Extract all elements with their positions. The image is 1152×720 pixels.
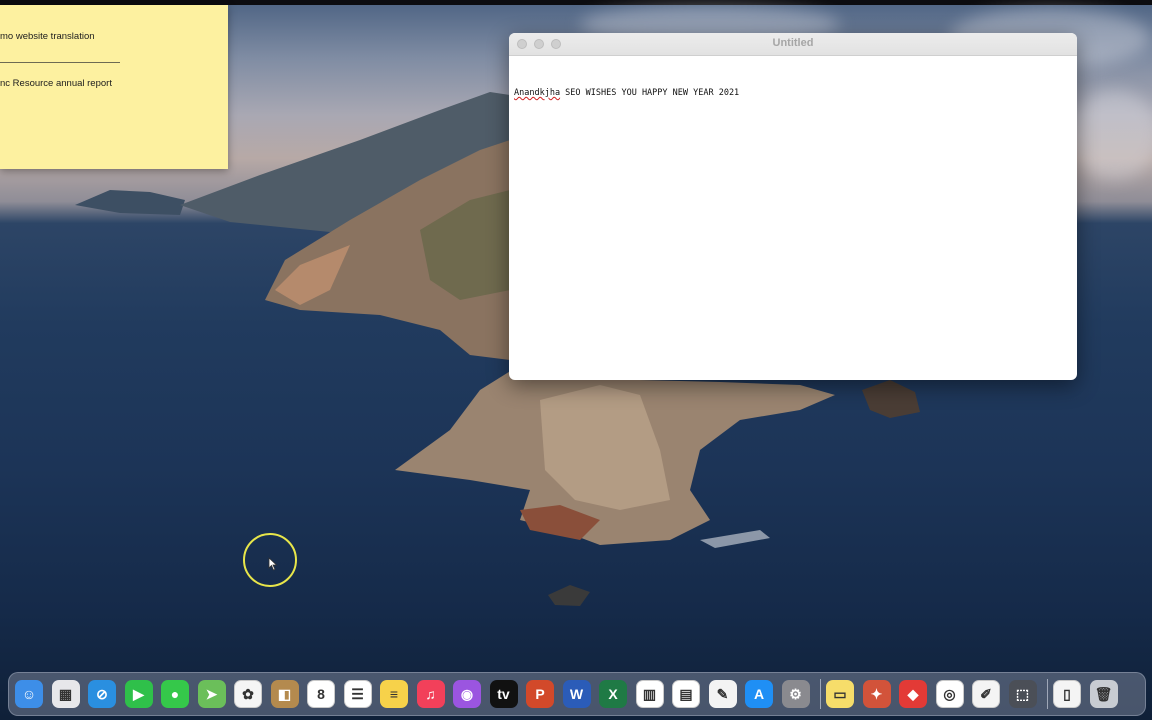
safari-icon[interactable]: ⊘ <box>88 680 116 708</box>
sticky-note-divider <box>0 62 120 63</box>
reminders-icon[interactable]: ☰ <box>343 680 372 708</box>
contacts-icon[interactable]: ◧ <box>270 680 299 708</box>
facetime-icon[interactable]: ▶ <box>124 680 153 708</box>
launchpad-icon[interactable]: ▦ <box>51 680 80 708</box>
trash-icon[interactable]: 🗑 <box>1089 680 1118 708</box>
powerpoint-icon[interactable]: P <box>526 680 554 708</box>
textedit-window[interactable]: Untitled Anandkjha SEO WISHES YOU HAPPY … <box>509 33 1077 380</box>
music-icon[interactable]: ♫ <box>416 680 445 708</box>
podcasts-icon[interactable]: ◉ <box>453 680 481 708</box>
maps-icon[interactable]: ➤ <box>197 680 226 708</box>
document-icon[interactable]: ▯ <box>1053 680 1081 708</box>
stickies-icon[interactable]: ▭ <box>826 680 854 708</box>
chrome-icon[interactable]: ◎ <box>935 680 964 708</box>
sticky-note-line: nc Resource annual report <box>0 78 112 89</box>
word-icon[interactable]: W <box>562 680 591 708</box>
sticky-note-line: mo website translation <box>0 31 95 42</box>
mouse-pointer-icon <box>268 557 278 571</box>
calendar-icon[interactable]: 8 <box>307 680 335 708</box>
misspelled-word[interactable]: Anandkjha <box>514 88 560 98</box>
messages-icon[interactable]: ● <box>161 680 189 708</box>
dock-separator <box>1047 679 1048 709</box>
notes-icon[interactable]: ≡ <box>380 680 408 708</box>
anydesk-icon[interactable]: ◆ <box>899 680 927 708</box>
numbers-icon[interactable]: ▥ <box>635 680 664 708</box>
app-store-icon[interactable]: A <box>745 680 773 708</box>
document-text: SEO WISHES YOU HAPPY NEW YEAR 2021 <box>560 88 740 98</box>
pages-icon[interactable]: ✎ <box>708 680 737 708</box>
desktop: mo website translation nc Resource annua… <box>0 0 1152 720</box>
document-text-area[interactable]: Anandkjha SEO WISHES YOU HAPPY NEW YEAR … <box>514 88 739 98</box>
dock-separator <box>820 679 821 709</box>
finder-icon[interactable]: ☺ <box>15 680 43 708</box>
keynote-icon[interactable]: ▤ <box>672 680 700 708</box>
screenshot-icon[interactable]: ⬚ <box>1008 680 1037 708</box>
sticky-note[interactable]: mo website translation nc Resource annua… <box>0 5 228 169</box>
window-title: Untitled <box>772 37 814 49</box>
photo-booth-icon[interactable]: ✦ <box>862 680 891 708</box>
textedit-icon[interactable]: ✐ <box>972 680 1000 708</box>
apple-tv-icon[interactable]: tv <box>489 680 518 708</box>
system-preferences-icon[interactable]: ⚙ <box>781 680 810 708</box>
photos-icon[interactable]: ✿ <box>234 680 262 708</box>
window-titlebar[interactable]: Untitled <box>509 33 1077 56</box>
dock: ☺ ▦ ⊘ ▶ ● ➤ ✿ ◧ 8 ☰ ≡ ♫ ◉ tv P W X ▥ ▤ ✎ A ⚙ ▭ ✦ ◆ ◎ ✐ ⬚ ▯ 🗑 <box>8 672 1146 716</box>
excel-icon[interactable]: X <box>599 680 627 708</box>
